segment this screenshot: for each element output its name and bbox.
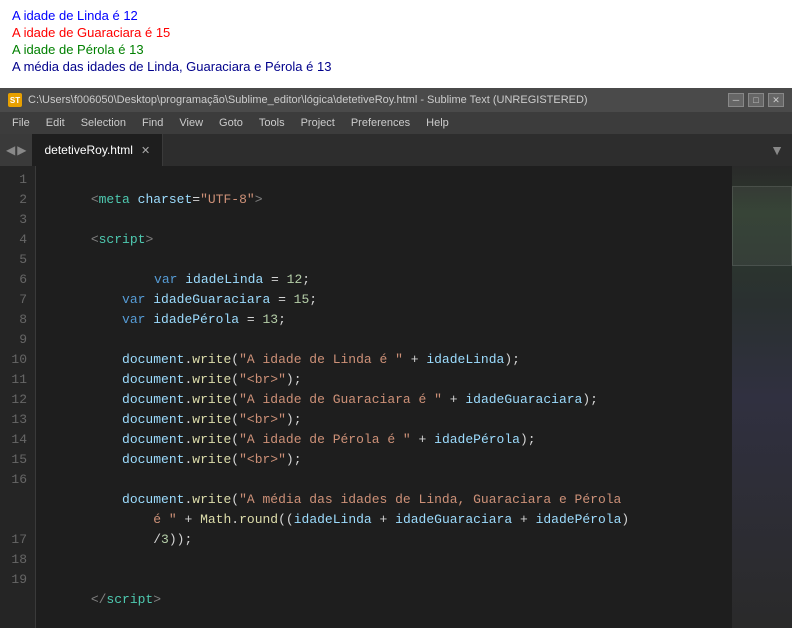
line-num-5: 5 bbox=[8, 250, 27, 270]
line-num-14: 14 bbox=[8, 430, 27, 450]
nav-left-icon[interactable]: ◀ bbox=[6, 143, 15, 157]
line-num-1: 1 bbox=[8, 170, 27, 190]
line-num-18: 18 bbox=[8, 550, 27, 570]
output-line-3: A idade de Pérola é 13 bbox=[12, 42, 780, 57]
menu-tools[interactable]: Tools bbox=[251, 115, 293, 131]
code-line-16a: document.write("A média das idades de Li… bbox=[44, 470, 724, 490]
output-line-4: A média das idades de Linda, Guaraciara … bbox=[12, 59, 780, 74]
line-num-4: 4 bbox=[8, 230, 27, 250]
tab-close-icon[interactable]: ✕ bbox=[141, 144, 150, 157]
minimap-viewport bbox=[732, 186, 792, 266]
tab-dropdown-icon[interactable]: ▼ bbox=[762, 142, 792, 158]
menu-preferences[interactable]: Preferences bbox=[343, 115, 418, 131]
nav-right-icon[interactable]: ▶ bbox=[17, 143, 26, 157]
line-num-2: 2 bbox=[8, 190, 27, 210]
line-num-16b bbox=[8, 490, 27, 510]
code-area[interactable]: <meta charset="UTF-8"> <script> var idad… bbox=[36, 166, 732, 628]
menu-find[interactable]: Find bbox=[134, 115, 171, 131]
line-num-17: 17 bbox=[8, 530, 27, 550]
code-line-18 bbox=[44, 550, 724, 570]
menu-selection[interactable]: Selection bbox=[73, 115, 134, 131]
minimize-button[interactable]: ─ bbox=[728, 93, 744, 107]
title-bar: ST C:\Users\f006050\Desktop\programação\… bbox=[0, 88, 792, 112]
menu-project[interactable]: Project bbox=[293, 115, 343, 131]
menu-goto[interactable]: Goto bbox=[211, 115, 251, 131]
code-line-5: var idadeLinda = 12; bbox=[44, 250, 724, 270]
menu-file[interactable]: File bbox=[4, 115, 38, 131]
line-numbers: 1 2 3 4 5 6 7 8 9 10 11 12 13 14 15 16 1… bbox=[0, 166, 36, 628]
line-num-7: 7 bbox=[8, 290, 27, 310]
title-bar-left: ST C:\Users\f006050\Desktop\programação\… bbox=[8, 93, 588, 107]
line-num-12: 12 bbox=[8, 390, 27, 410]
code-line-1: <meta charset="UTF-8"> bbox=[44, 170, 724, 190]
editor: 1 2 3 4 5 6 7 8 9 10 11 12 13 14 15 16 1… bbox=[0, 166, 792, 628]
line-num-19: 19 bbox=[8, 570, 27, 590]
nav-arrows[interactable]: ◀ ▶ bbox=[0, 134, 32, 166]
maximize-button[interactable]: □ bbox=[748, 93, 764, 107]
minimap bbox=[732, 166, 792, 628]
app-icon: ST bbox=[8, 93, 22, 107]
line-num-10: 10 bbox=[8, 350, 27, 370]
code-line-19: </script> bbox=[44, 570, 724, 590]
menu-help[interactable]: Help bbox=[418, 115, 457, 131]
close-button[interactable]: ✕ bbox=[768, 93, 784, 107]
line-num-16c bbox=[8, 510, 27, 530]
line-num-3: 3 bbox=[8, 210, 27, 230]
line-num-13: 13 bbox=[8, 410, 27, 430]
tab-detetive-roy[interactable]: detetiveRoy.html ✕ bbox=[32, 134, 163, 166]
window-controls[interactable]: ─ □ ✕ bbox=[728, 93, 784, 107]
output-line-1: A idade de Linda é 12 bbox=[12, 8, 780, 23]
menu-edit[interactable]: Edit bbox=[38, 115, 73, 131]
output-line-2: A idade de Guaraciara é 15 bbox=[12, 25, 780, 40]
line-num-8: 8 bbox=[8, 310, 27, 330]
line-num-6: 6 bbox=[8, 270, 27, 290]
tab-label: detetiveRoy.html bbox=[44, 143, 132, 157]
line-num-15: 15 bbox=[8, 450, 27, 470]
line-num-9: 9 bbox=[8, 330, 27, 350]
menu-bar: File Edit Selection Find View Goto Tools… bbox=[0, 112, 792, 134]
line-num-16: 16 bbox=[8, 470, 27, 490]
window-title: C:\Users\f006050\Desktop\programação\Sub… bbox=[28, 94, 588, 106]
browser-output: A idade de Linda é 12 A idade de Guaraci… bbox=[0, 0, 792, 88]
line-num-11: 11 bbox=[8, 370, 27, 390]
code-line-3: <script> bbox=[44, 210, 724, 230]
code-line-9: document.write("A idade de Linda é " + i… bbox=[44, 330, 724, 350]
tab-bar: ◀ ▶ detetiveRoy.html ✕ ▼ bbox=[0, 134, 792, 166]
menu-view[interactable]: View bbox=[171, 115, 211, 131]
